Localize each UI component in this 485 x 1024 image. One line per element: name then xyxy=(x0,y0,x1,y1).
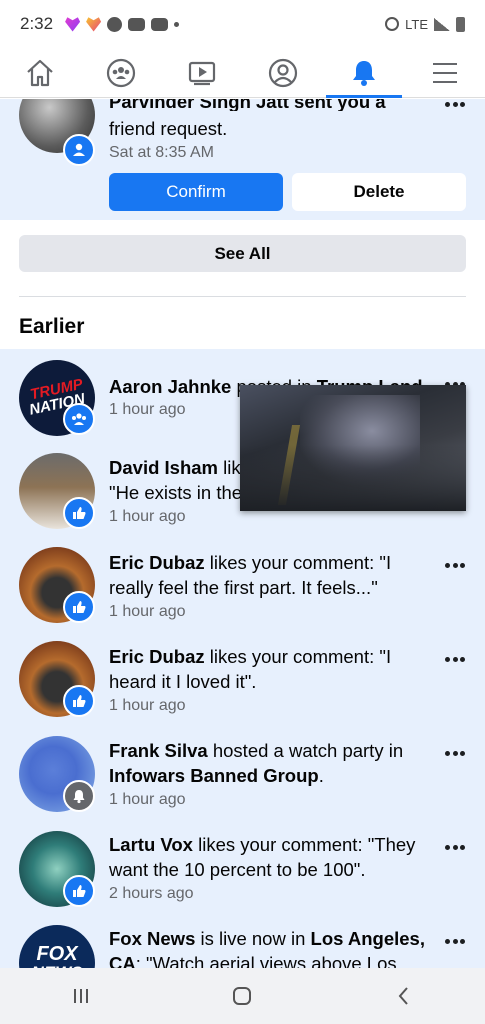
like-badge-icon xyxy=(73,601,86,613)
notifications-list: Parvinder Singh Jatt sent you a friend r… xyxy=(0,99,485,968)
more-options-button[interactable] xyxy=(445,936,465,946)
avatar-logo-text: FOX xyxy=(36,943,78,965)
more-options-button[interactable] xyxy=(445,654,465,664)
notification-time: 1 hour ago xyxy=(109,603,186,620)
back-icon[interactable] xyxy=(391,983,417,1009)
like-badge-icon xyxy=(73,507,86,519)
bell-icon xyxy=(352,60,375,86)
home-button-icon[interactable] xyxy=(229,983,255,1009)
recent-apps-icon[interactable] xyxy=(68,983,94,1009)
messenger-heart-icon xyxy=(86,17,102,32)
more-options-button[interactable] xyxy=(445,99,465,109)
person-icon xyxy=(73,143,85,156)
notification-item[interactable]: Frank Silva hosted a watch party in Info… xyxy=(0,732,485,826)
status-bar: 2:32 LTE xyxy=(0,0,485,48)
notification-text: Frank Silva hosted a watch party in xyxy=(109,740,404,761)
groups-icon xyxy=(107,58,136,87)
see-all-button[interactable]: See All xyxy=(19,235,466,272)
tab-menu[interactable] xyxy=(415,48,475,98)
tab-profile[interactable] xyxy=(253,48,313,98)
delete-button[interactable]: Delete xyxy=(292,173,466,211)
notification-text-line2: really feel the first part. It feels..." xyxy=(109,577,378,598)
status-right: LTE xyxy=(385,16,465,32)
notification-text-line2: CA: "Watch aerial views above Los xyxy=(109,953,397,968)
home-icon xyxy=(27,59,54,86)
like-badge-icon xyxy=(73,695,86,707)
notification-time: 1 hour ago xyxy=(109,508,186,525)
notification-time: 1 hour ago xyxy=(109,401,186,418)
tab-groups[interactable] xyxy=(91,48,151,98)
notification-text-line2: Infowars Banned Group. xyxy=(109,765,324,786)
like-badge xyxy=(63,497,95,529)
group-badge xyxy=(63,403,95,435)
notification-text: friend request. xyxy=(109,118,228,139)
notification-item[interactable]: Eric Dubaz likes your comment: "I heard … xyxy=(0,638,485,732)
like-badge xyxy=(63,685,95,717)
notification-text: Fox News is live now in Los Angeles, xyxy=(109,928,425,949)
alarm-icon xyxy=(385,17,400,31)
watch-party-badge-icon xyxy=(73,790,85,804)
more-options-button[interactable] xyxy=(445,560,465,570)
divider xyxy=(19,296,466,297)
network-type: LTE xyxy=(405,16,428,32)
notification-item[interactable]: FOX NEWS Fox News is live now in Los Ang… xyxy=(0,920,485,968)
watch-icon xyxy=(188,61,216,85)
notification-item[interactable]: Lartu Vox likes your comment: "They want… xyxy=(0,826,485,920)
notification-time: Sat at 8:35 AM xyxy=(109,144,214,161)
tab-notifications[interactable] xyxy=(325,48,402,98)
status-time: 2:32 xyxy=(20,14,54,33)
notification-time: 2 hours ago xyxy=(109,885,194,902)
facebook-icon xyxy=(107,16,123,32)
menu-icon xyxy=(432,62,457,83)
group-badge-icon xyxy=(72,413,86,425)
tab-home[interactable] xyxy=(10,48,70,98)
signal-icon xyxy=(434,17,450,31)
messenger-heart-icon xyxy=(65,17,81,32)
notification-time: 1 hour ago xyxy=(109,697,186,714)
like-badge xyxy=(63,591,95,623)
notification-text-line2: heard it I loved it". xyxy=(109,671,257,692)
friend-request-notification[interactable]: Parvinder Singh Jatt sent you a friend r… xyxy=(0,99,485,220)
tab-watch[interactable] xyxy=(172,48,232,98)
profile-icon xyxy=(268,58,297,87)
system-navigation-bar xyxy=(0,968,485,1024)
like-badge xyxy=(63,875,95,907)
youtube-icon xyxy=(128,17,146,31)
notification-text: Lartu Vox likes your comment: "They xyxy=(109,834,416,855)
top-nav-bar xyxy=(0,48,485,98)
more-options-button[interactable] xyxy=(445,748,465,758)
section-heading-earlier: Earlier xyxy=(19,315,85,338)
status-notification-icons xyxy=(65,16,180,32)
confirm-button[interactable]: Confirm xyxy=(109,173,283,211)
like-badge-icon xyxy=(73,885,86,897)
notification-text-line2: want the 10 percent to be 100". xyxy=(109,859,366,880)
notification-text-cut: Parvinder Singh Jatt sent you a xyxy=(109,99,386,111)
avatar: FOX NEWS xyxy=(19,925,95,968)
notification-item[interactable]: Eric Dubaz likes your comment: "I really… xyxy=(0,544,485,638)
more-options-button[interactable] xyxy=(445,842,465,852)
notification-time: 1 hour ago xyxy=(109,791,186,808)
watch-party-badge xyxy=(63,780,95,812)
notification-text: Eric Dubaz likes your comment: "I xyxy=(109,552,392,573)
battery-icon xyxy=(456,16,465,32)
friend-request-badge xyxy=(63,134,95,166)
notification-text: Eric Dubaz likes your comment: "I xyxy=(109,646,392,667)
more-notifications-dot-icon xyxy=(174,21,180,27)
youtube-icon xyxy=(151,17,169,31)
video-player-pip[interactable] xyxy=(240,385,466,511)
